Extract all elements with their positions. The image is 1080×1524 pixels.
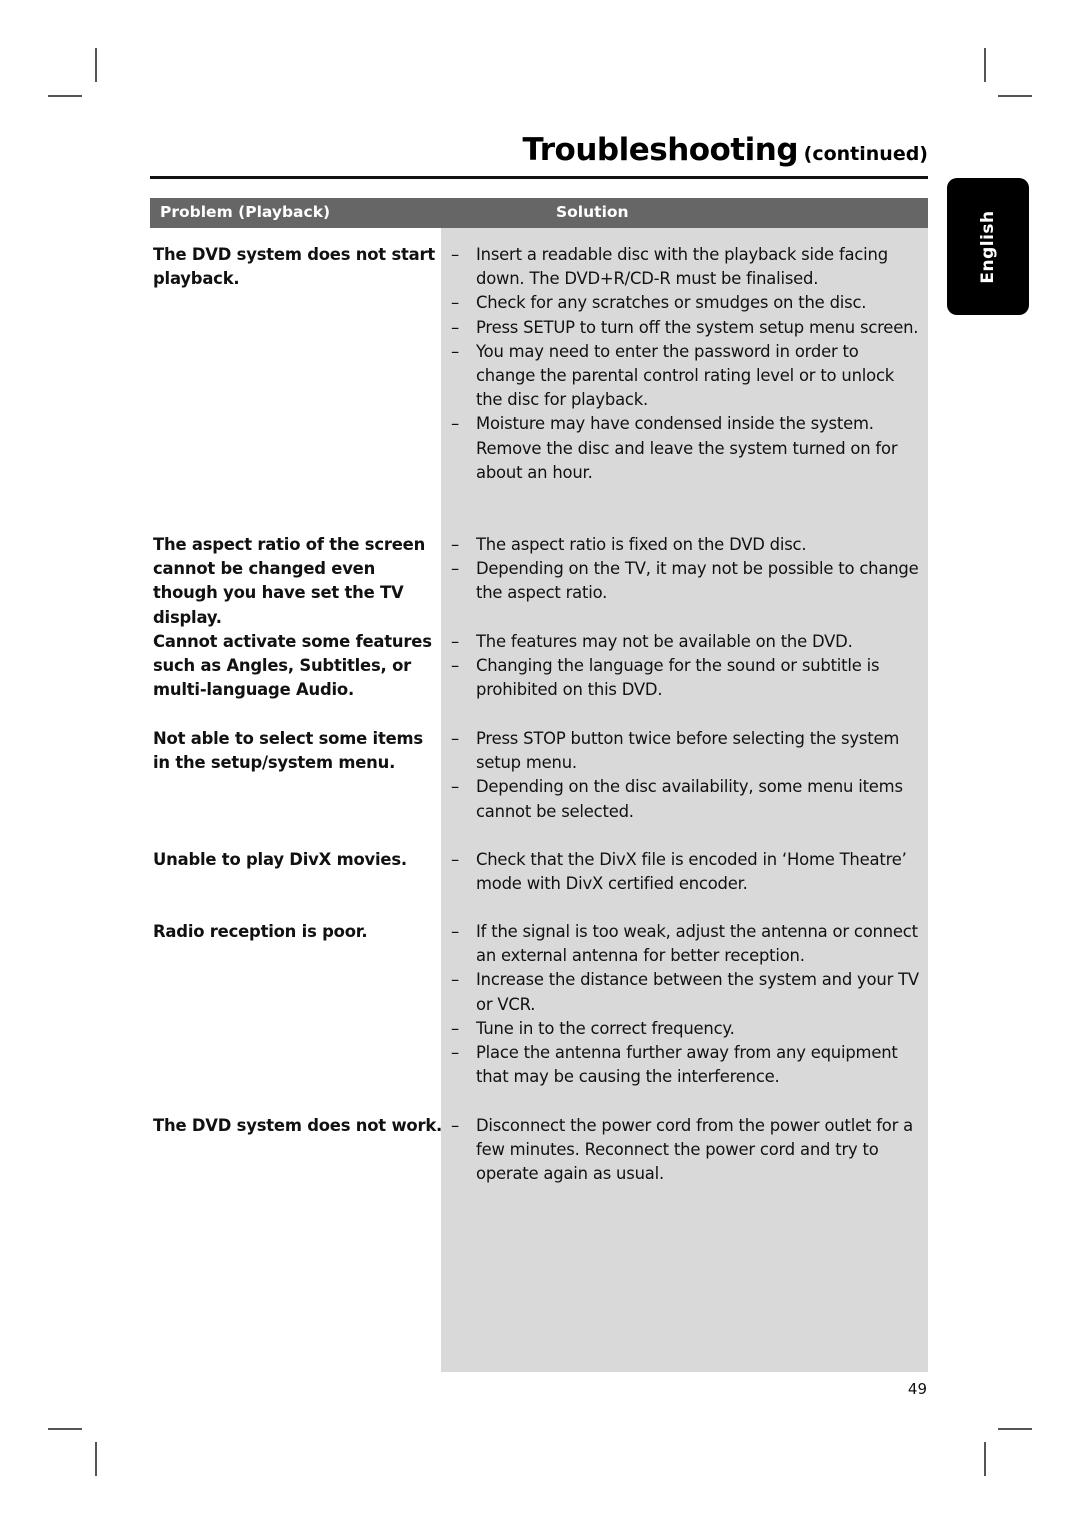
page-title-subtitle: (continued) xyxy=(803,143,928,165)
problem-text: The DVD system does not start playback. xyxy=(153,245,436,289)
problem-text: Cannot activate some features such as An… xyxy=(153,632,432,700)
dash-bullet-icon: – xyxy=(451,293,459,313)
solution-text: Press STOP button twice before selecting… xyxy=(476,729,900,773)
solution-item: – Increase the distance between the syste… xyxy=(451,968,921,1016)
solution-text: The aspect ratio is fixed on the DVD dis… xyxy=(476,535,807,554)
dash-bullet-icon: – xyxy=(451,341,459,361)
dash-bullet-icon: – xyxy=(451,317,459,337)
dash-bullet-icon: – xyxy=(451,1018,459,1038)
solution-item: – Check for any scratches or smudges on t… xyxy=(451,291,921,315)
dash-bullet-icon: – xyxy=(451,729,459,748)
crop-mark-bottom-left-horizontal xyxy=(48,1428,82,1430)
column-header-solution: Solution xyxy=(556,203,629,221)
solution-item: – Moisture may have condensed inside the … xyxy=(451,412,921,485)
solution-item: – Press STOP button twice before selectin… xyxy=(451,727,921,775)
solution-item: – Check that the DivX file is encoded in … xyxy=(451,848,921,896)
title-divider xyxy=(150,176,928,179)
solution-text: Tune in to the correct frequency. xyxy=(476,1018,735,1038)
solution-list: – Insert a readable disc with the playbac… xyxy=(451,243,921,485)
problem-text: Unable to play DivX movies. xyxy=(153,850,407,869)
solution-item: – The features may not be available on th… xyxy=(451,630,921,654)
solution-item: – Place the antenna further away from any… xyxy=(451,1041,921,1089)
solution-text: Check that the DivX file is encoded in ‘… xyxy=(476,850,907,894)
solution-text: Increase the distance between the system… xyxy=(476,970,919,1014)
crop-mark-bottom-right-horizontal xyxy=(998,1428,1032,1430)
column-header-problem: Problem (Playback) xyxy=(160,203,331,221)
dash-bullet-icon: – xyxy=(451,535,459,554)
solution-item: – Changing the language for the sound or … xyxy=(451,654,921,702)
crop-mark-bottom-right-vertical xyxy=(984,1442,986,1476)
solution-text: Changing the language for the sound or s… xyxy=(476,656,880,700)
dash-bullet-icon: – xyxy=(451,656,459,676)
solution-text: The features may not be available on the… xyxy=(476,632,853,651)
solution-text: Insert a readable disc with the playback… xyxy=(476,245,888,289)
solution-item: – The aspect ratio is fixed on the DVD di… xyxy=(451,533,921,557)
page-title: Troubleshooting (continued) xyxy=(523,132,929,168)
dash-bullet-icon: – xyxy=(451,414,459,434)
solution-list: – Press STOP button twice before selectin… xyxy=(451,727,921,824)
solution-item: – Tune in to the correct frequency. xyxy=(451,1017,921,1041)
page-number: 49 xyxy=(907,1380,927,1398)
solution-text: Disconnect the power cord from the power… xyxy=(476,1116,913,1184)
dash-bullet-icon: – xyxy=(451,922,459,941)
problem-text: The aspect ratio of the screen cannot be… xyxy=(153,535,426,627)
solution-item: – You may need to enter the password in o… xyxy=(451,340,921,413)
solution-text: Press SETUP to turn off the system setup… xyxy=(476,317,919,337)
problem-text: The DVD system does not work. xyxy=(153,1116,443,1135)
dash-bullet-icon: – xyxy=(451,850,459,869)
solution-list: – The features may not be available on th… xyxy=(451,630,921,703)
crop-mark-top-left-vertical xyxy=(95,48,97,82)
solution-text: Moisture may have condensed inside the s… xyxy=(476,414,898,482)
solution-text: You may need to enter the password in or… xyxy=(476,341,895,410)
language-tab-label: English xyxy=(978,209,998,284)
solution-text: Depending on the disc availability, some… xyxy=(476,777,903,821)
solution-text: If the signal is too weak, adjust the an… xyxy=(476,922,918,966)
solution-list: – The aspect ratio is fixed on the DVD di… xyxy=(451,533,921,606)
solution-item: – Press SETUP to turn off the system setu… xyxy=(451,316,921,340)
dash-bullet-icon: – xyxy=(451,559,459,579)
solution-item: – Depending on the TV, it may not be poss… xyxy=(451,557,921,605)
problem-text: Radio reception is poor. xyxy=(153,922,368,941)
crop-mark-top-right-vertical xyxy=(984,48,986,82)
table-header: Problem (Playback) Solution xyxy=(150,198,928,228)
solution-text: Depending on the TV, it may not be possi… xyxy=(476,559,919,603)
solution-text: Place the antenna further away from any … xyxy=(476,1043,898,1087)
crop-mark-top-right-horizontal xyxy=(998,95,1032,97)
solution-list: – Check that the DivX file is encoded in … xyxy=(451,848,921,896)
problem-text: Not able to select some items in the set… xyxy=(153,729,423,773)
dash-bullet-icon: – xyxy=(451,777,459,797)
dash-bullet-icon: – xyxy=(451,1043,459,1063)
dash-bullet-icon: – xyxy=(451,632,459,651)
language-tab: English xyxy=(947,178,1029,315)
solution-item: – If the signal is too weak, adjust the a… xyxy=(451,920,921,968)
solution-list: – If the signal is too weak, adjust the a… xyxy=(451,920,921,1089)
dash-bullet-icon: – xyxy=(451,245,459,264)
solution-list: – Disconnect the power cord from the powe… xyxy=(451,1114,921,1187)
crop-mark-bottom-left-vertical xyxy=(95,1442,97,1476)
solution-item: – Disconnect the power cord from the powe… xyxy=(451,1114,921,1187)
page-title-main: Troubleshooting xyxy=(522,132,799,168)
solution-text: Check for any scratches or smudges on th… xyxy=(476,293,867,313)
dash-bullet-icon: – xyxy=(451,970,459,990)
crop-mark-top-left-horizontal xyxy=(48,95,82,97)
solution-item: – Insert a readable disc with the playbac… xyxy=(451,243,921,291)
dash-bullet-icon: – xyxy=(451,1116,459,1135)
solution-item: – Depending on the disc availability, som… xyxy=(451,775,921,823)
